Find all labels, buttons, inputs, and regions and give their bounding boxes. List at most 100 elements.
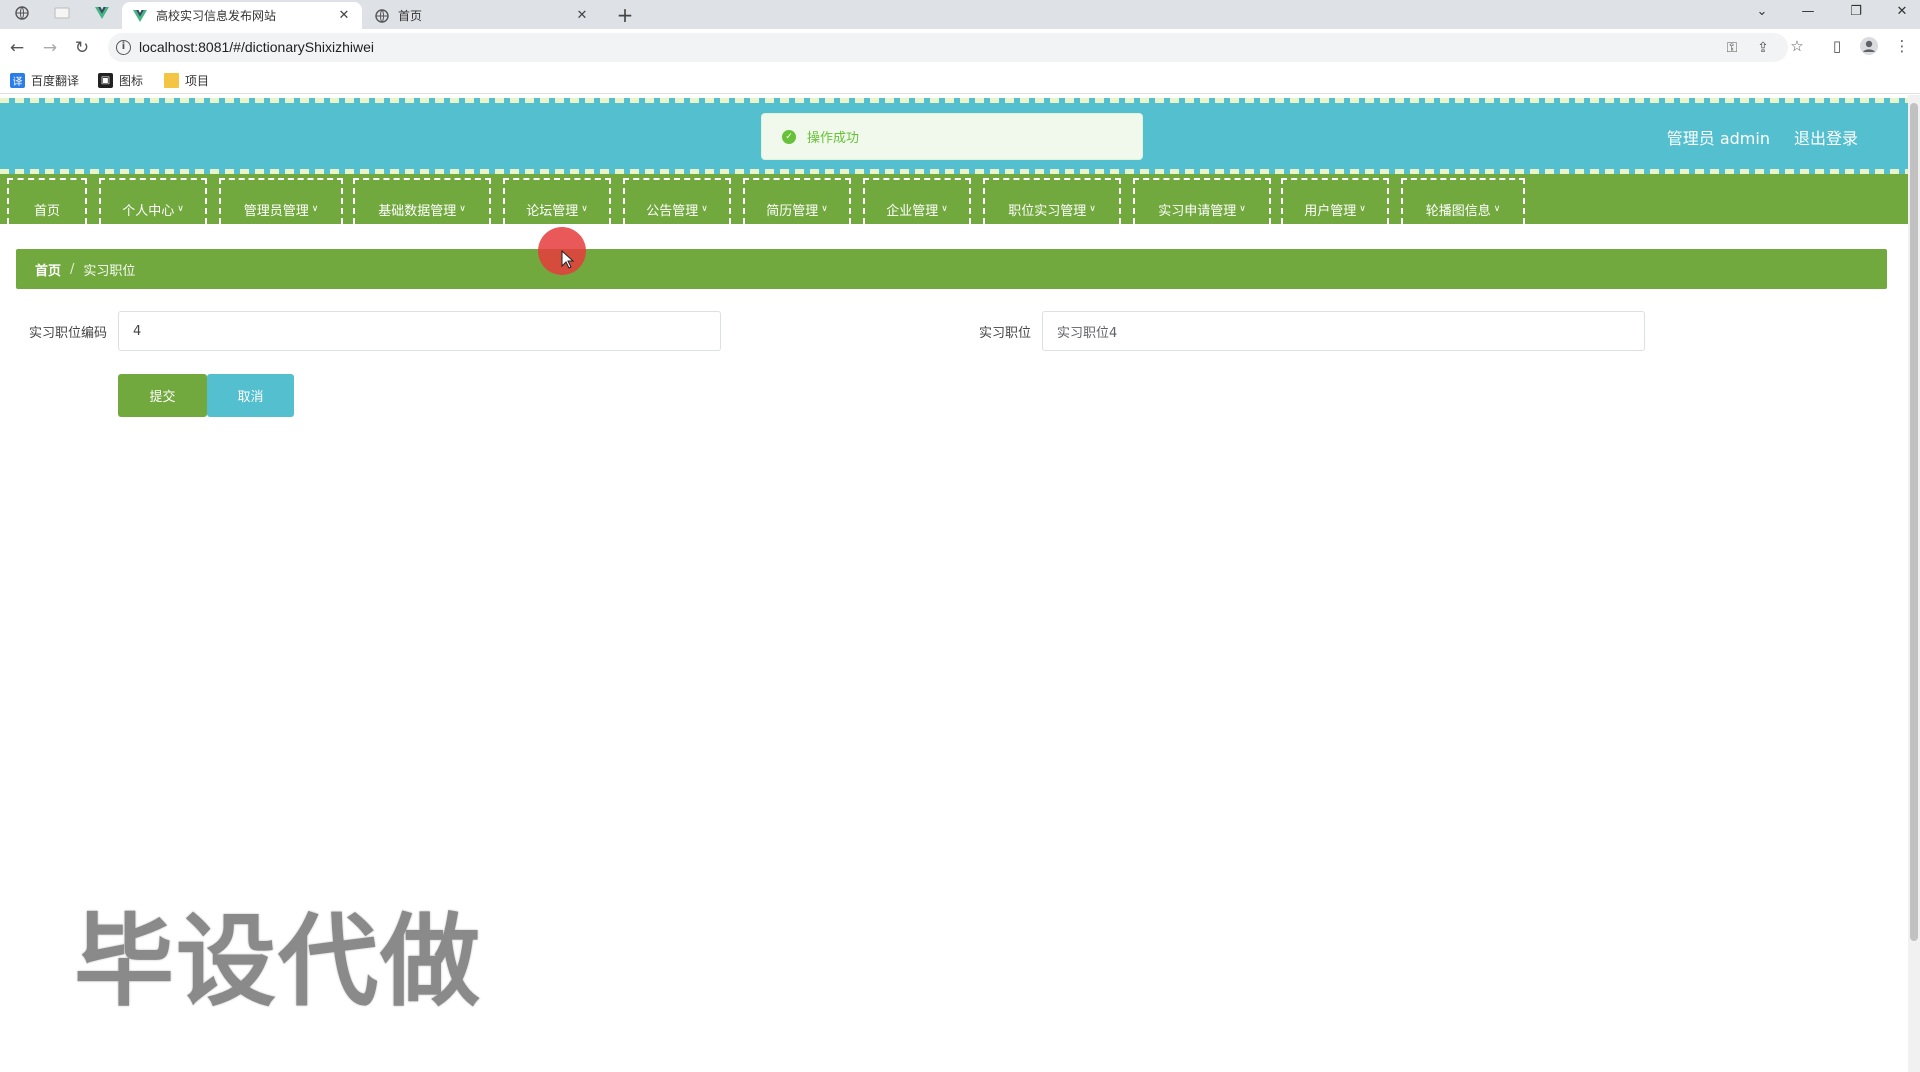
browser-tab-bar: 高校实习信息发布网站 ✕ 首页 ✕ + ⌄ — ❐ ✕ <box>0 0 1920 29</box>
tab-title: 高校实习信息发布网站 <box>156 9 277 23</box>
menu-item-label: 公告管理 <box>646 203 699 219</box>
bookmark-star-icon[interactable]: ☆ <box>1786 35 1808 57</box>
tab-search-icon[interactable]: ⌄ <box>1742 0 1782 22</box>
menu-item-label: 论坛管理 <box>526 203 579 219</box>
share-icon[interactable]: ⇪ <box>1754 39 1772 57</box>
chevron-down-icon: ∨ <box>701 204 708 214</box>
mouse-pointer-icon <box>561 249 575 274</box>
bookmark-item[interactable]: 译 百度翻译 <box>10 72 79 89</box>
menu-item-label: 基础数据管理 <box>378 203 457 219</box>
translate-icon: 译 <box>10 73 25 88</box>
menu-item-announcement-management[interactable]: 公告管理 ∨ <box>623 178 731 224</box>
blank-page-icon <box>54 7 70 23</box>
admin-user-label[interactable]: 管理员 admin <box>1667 125 1770 149</box>
chevron-down-icon: ∨ <box>1493 204 1501 214</box>
menu-item-label: 首页 <box>33 203 60 219</box>
menu-item-forum-management[interactable]: 论坛管理 ∨ <box>503 178 611 224</box>
toast-message: 操作成功 <box>807 131 860 146</box>
restore-icon[interactable]: ❐ <box>1836 0 1876 22</box>
bookmarks-bar: 译 百度翻译 ▣ 图标 项目 <box>0 66 1920 94</box>
position-code-input[interactable]: 4 <box>118 311 721 351</box>
menu-item-admin-management[interactable]: 管理员管理 ∨ <box>219 178 343 224</box>
scrollbar-thumb[interactable] <box>1910 103 1918 941</box>
menu-item-home[interactable]: 首页 <box>7 178 87 224</box>
menu-item-position-internship-management[interactable]: 职位实习管理 ∨ <box>983 178 1121 224</box>
menu-item-label: 职位实习管理 <box>1008 203 1087 219</box>
menu-item-label: 简历管理 <box>766 203 819 219</box>
pinned-tab-globe[interactable] <box>6 3 38 27</box>
bookmark-label: 项目 <box>185 74 210 88</box>
globe-icon <box>15 6 29 24</box>
position-name-input[interactable]: 实习职位4 <box>1042 311 1645 351</box>
tab-title: 首页 <box>398 9 423 23</box>
menu-item-label: 实习申请管理 <box>1158 203 1237 219</box>
menu-item-label: 企业管理 <box>886 203 939 219</box>
pinned-tab-vue[interactable] <box>86 3 118 27</box>
logout-link[interactable]: 退出登录 <box>1794 125 1858 149</box>
menu-item-label: 轮播图信息 <box>1425 203 1491 219</box>
profile-avatar-icon[interactable] <box>1858 35 1880 57</box>
menu-item-enterprise-management[interactable]: 企业管理 ∨ <box>863 178 971 224</box>
breadcrumb-current: 实习职位 <box>83 263 136 279</box>
tab-inactive[interactable]: 首页 ✕ <box>364 2 600 29</box>
pinned-tab-blank[interactable] <box>46 3 78 27</box>
close-window-icon[interactable]: ✕ <box>1882 0 1920 22</box>
omnibox[interactable]: i localhost:8081/#/dictionaryShixizhiwei… <box>108 33 1788 62</box>
breadcrumb: 首页 / 实习职位 <box>16 249 1887 289</box>
bookmark-item[interactable]: ▣ 图标 <box>98 72 143 89</box>
reload-icon[interactable]: ↻ <box>70 36 94 60</box>
position-name-label: 实习职位 <box>978 326 1031 341</box>
chevron-down-icon: ∨ <box>1239 204 1246 214</box>
cancel-button[interactable]: 取消 <box>207 374 294 417</box>
page-viewport: ✓ 操作成功 管理员 admin 退出登录 首页 个人中心 ∨ 管理员管理 ∨ 基础… <box>0 95 1908 1072</box>
breadcrumb-home[interactable]: 首页 <box>35 260 61 279</box>
chevron-down-icon: ∨ <box>459 204 466 214</box>
chevron-down-icon: ∨ <box>311 204 319 214</box>
chevron-down-icon: ∨ <box>177 204 184 214</box>
header-dash-border-top <box>0 98 1908 103</box>
success-toast: ✓ 操作成功 <box>761 113 1143 160</box>
minimize-icon[interactable]: — <box>1788 0 1828 22</box>
close-tab-icon[interactable]: ✕ <box>574 8 590 23</box>
menu-item-internship-application-management[interactable]: 实习申请管理 ∨ <box>1133 178 1271 224</box>
more-menu-icon[interactable]: ⋮ <box>1891 35 1913 57</box>
menu-item-label: 用户管理 <box>1304 203 1357 219</box>
menu-item-basic-data-management[interactable]: 基础数据管理 ∨ <box>353 178 491 224</box>
header-user-area: 管理员 admin 退出登录 <box>1667 125 1858 149</box>
menu-item-personal-center[interactable]: 个人中心 ∨ <box>99 178 207 224</box>
menu-item-resume-management[interactable]: 简历管理 ∨ <box>743 178 851 224</box>
bookmark-label: 百度翻译 <box>31 74 80 88</box>
submit-button[interactable]: 提交 <box>118 374 207 417</box>
new-tab-button[interactable]: + <box>612 2 638 28</box>
vue-logo-icon <box>132 8 148 24</box>
chevron-down-icon: ∨ <box>1359 204 1366 214</box>
chevron-down-icon: ∨ <box>821 204 828 214</box>
forward-icon[interactable]: → <box>38 36 62 60</box>
chevron-down-icon: ∨ <box>941 204 948 214</box>
bookmark-item[interactable]: 项目 <box>164 72 209 89</box>
tab-active[interactable]: 高校实习信息发布网站 ✕ <box>122 2 362 29</box>
close-tab-icon[interactable]: ✕ <box>336 8 352 23</box>
address-bar-row: ← → ↻ i localhost:8081/#/dictionaryShixi… <box>0 29 1920 66</box>
image-icon: ▣ <box>98 73 113 88</box>
chevron-down-icon: ∨ <box>581 204 588 214</box>
site-info-icon[interactable]: i <box>116 40 131 55</box>
chevron-down-icon: ∨ <box>1089 204 1096 214</box>
menu-item-label: 管理员管理 <box>243 203 309 219</box>
success-check-icon: ✓ <box>782 129 796 144</box>
menu-item-user-management[interactable]: 用户管理 ∨ <box>1281 178 1389 224</box>
position-code-label: 实习职位编码 <box>28 326 107 341</box>
folder-icon <box>164 73 179 88</box>
side-panel-icon[interactable]: ▯ <box>1826 35 1848 57</box>
top-nav-menu: 首页 个人中心 ∨ 管理员管理 ∨ 基础数据管理 ∨ 论坛管理 ∨ 公告管理 ∨ 简历管理… <box>0 174 1908 224</box>
url-text[interactable]: localhost:8081/#/dictionaryShixizhiwei <box>139 39 374 55</box>
globe-icon <box>374 8 390 24</box>
bookmark-label: 图标 <box>119 74 144 88</box>
breadcrumb-separator: / <box>70 261 75 277</box>
watermark-text: 毕设代做 <box>73 902 482 1022</box>
menu-item-carousel-info[interactable]: 轮播图信息 ∨ <box>1401 178 1525 224</box>
back-icon[interactable]: ← <box>5 36 29 60</box>
page-scrollbar[interactable] <box>1908 95 1920 1072</box>
vue-logo-icon <box>95 7 109 23</box>
key-icon[interactable]: ⚿ <box>1723 39 1741 57</box>
